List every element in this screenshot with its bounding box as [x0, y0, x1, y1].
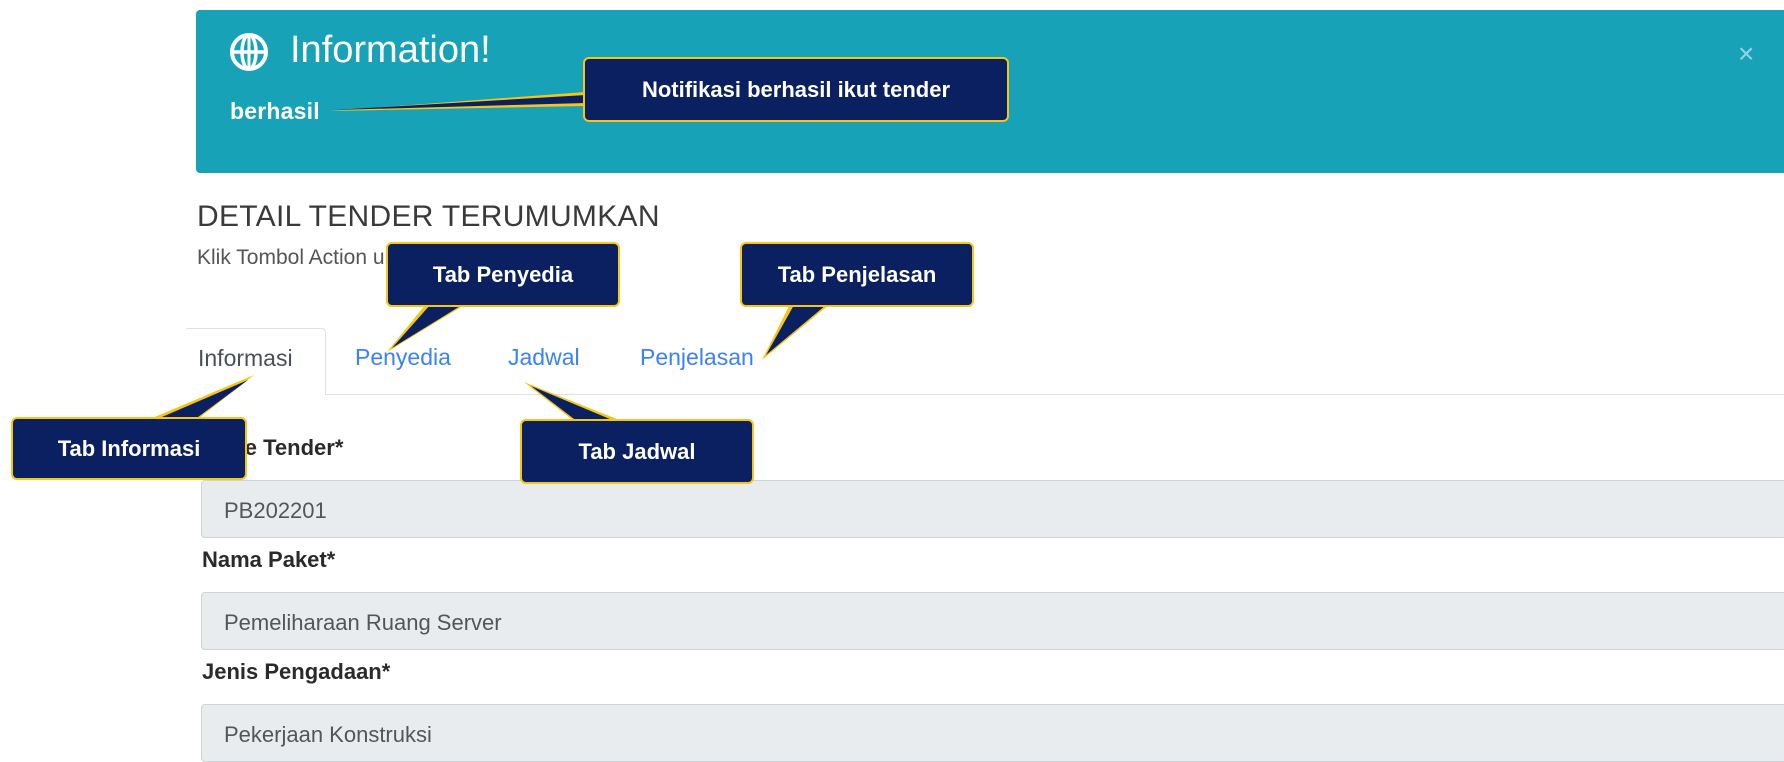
informasi-pointer-fill	[155, 380, 248, 420]
callout-tab-jadwal: Tab Jadwal	[520, 419, 754, 484]
callout-notifikasi: Notifikasi berhasil ikut tender	[583, 57, 1009, 122]
callout-tab-informasi: Tab Informasi	[11, 417, 247, 480]
callout-tab-penjelasan: Tab Penjelasan	[740, 242, 974, 307]
penjelasan-pointer-fill	[766, 305, 826, 355]
callout-tab-penyedia: Tab Penyedia	[386, 242, 620, 307]
